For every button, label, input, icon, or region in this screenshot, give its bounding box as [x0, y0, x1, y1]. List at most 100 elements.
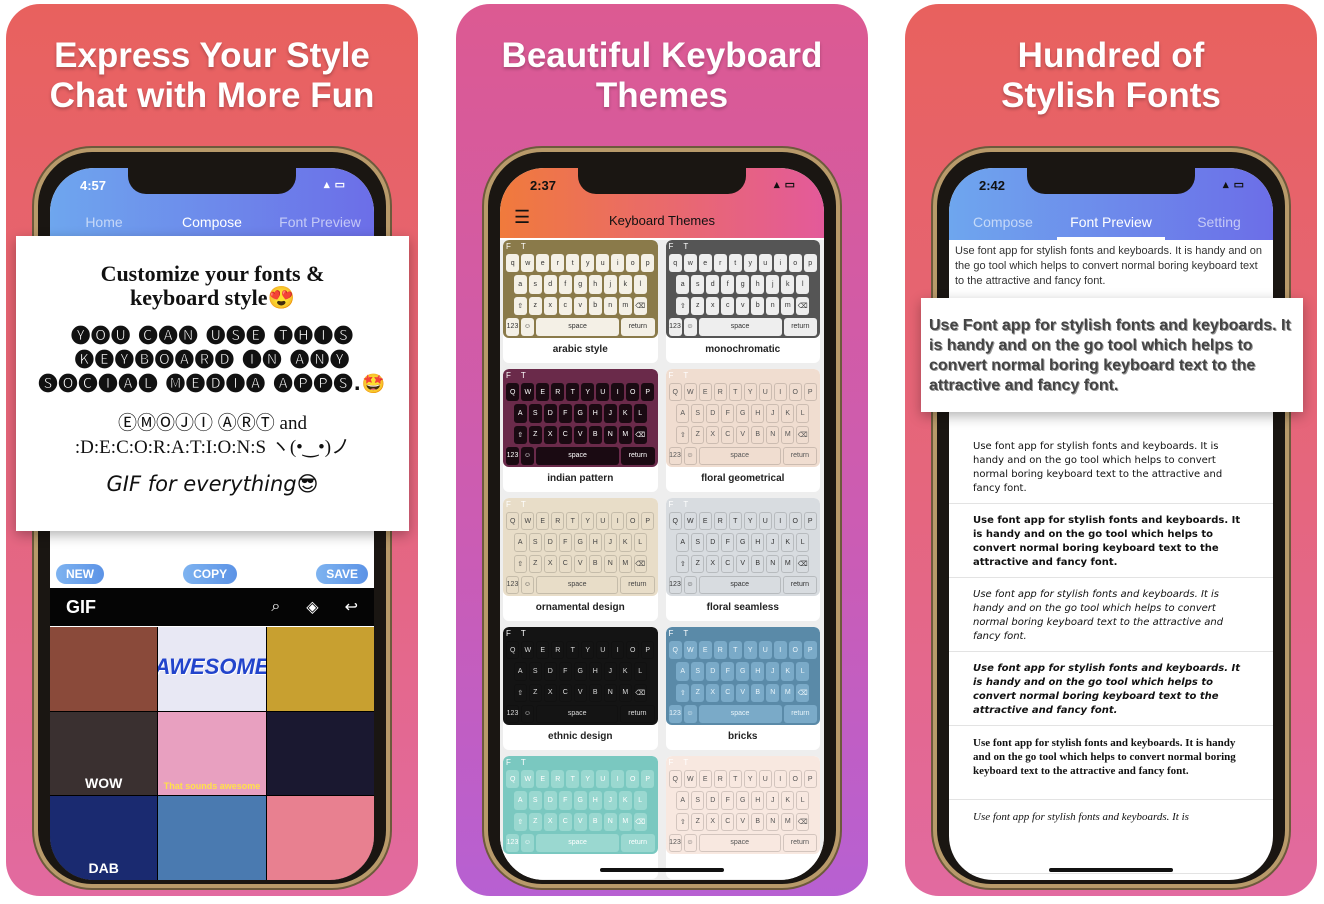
headline: Beautiful Keyboard Themes [501, 36, 823, 115]
key: Z [691, 554, 705, 573]
theme-tile[interactable]: F T Q W E R T Y U I O P A S D F G H J K L ⇧ Z X C V B N M ⌫ 123 ☺ space r… [665, 369, 820, 492]
theme-tile[interactable]: F T Q W E R T Y U I O P A S D F G H J K L ⇧ Z X C V B N M ⌫ 123 ☺ space r… [503, 627, 658, 750]
key: E [536, 770, 550, 789]
new-button[interactable]: NEW [56, 564, 104, 584]
theme-icon: T [683, 758, 689, 767]
key: Q [506, 770, 520, 789]
key: L [633, 791, 647, 810]
key: P [641, 641, 655, 660]
tab-compose[interactable]: Compose [949, 214, 1057, 240]
key: A [676, 404, 690, 423]
key: H [588, 404, 602, 423]
return-icon[interactable]: ↩ [345, 597, 358, 617]
gif-thumbnail[interactable]: That sounds awesome [158, 711, 266, 796]
emoji-key: ☺ [521, 317, 534, 336]
gif-thumbnail[interactable] [266, 627, 374, 711]
key: K [781, 791, 795, 810]
theme-tile[interactable]: F T Q W E R T Y U I O P A S D F G H J K L ⇧ Z X C V B N M ⌫ 123 ☺ space r… [503, 498, 658, 621]
key: T [728, 383, 742, 402]
theme-tile[interactable]: F T Q W E R T Y U I O P A S D F G H J K L ⇧ Z X C V B N M ⌫ 123 ☺ space r… [503, 369, 658, 492]
key: Z [528, 683, 542, 702]
headline: Hundred of Stylish Fonts [1001, 36, 1221, 115]
keyboard-toolbar: FT [669, 758, 818, 767]
return-key: return [782, 833, 817, 852]
font-sample-item[interactable]: Use font app for stylish fonts and keybo… [949, 578, 1273, 652]
key: C [721, 683, 735, 702]
key: S [691, 791, 705, 810]
gif-thumbnail[interactable]: DAB [50, 796, 158, 880]
key-row: 123 ☺ space return [668, 575, 817, 594]
font-sample-item[interactable]: Use font app for stylish fonts and keybo… [949, 430, 1273, 504]
key: O [788, 512, 802, 531]
key: j [766, 275, 780, 294]
key: U [758, 383, 772, 402]
key: K [781, 533, 795, 552]
key-row: ASDFGHJKL [669, 533, 818, 552]
key: I [773, 512, 787, 531]
key: F [558, 404, 572, 423]
key: T [566, 641, 580, 660]
search-icon[interactable]: ⌕ [271, 598, 280, 616]
key: h [751, 275, 765, 294]
font-sample-item[interactable]: Use font app for stylish fonts and keybo… [949, 726, 1273, 800]
font-sample-item[interactable]: Use font app for stylish fonts and keybo… [949, 800, 1273, 874]
font-sample-item[interactable]: Use font app for stylish fonts and keybo… [949, 504, 1273, 578]
key: Y [581, 770, 595, 789]
theme-tile[interactable]: F Tq w e r t y u i o p a s d f g h j k l ⇧ z x c v b n m ⌫ 123 ☺ space r… [503, 240, 658, 363]
key: H [751, 662, 765, 681]
key: U [596, 512, 610, 531]
font-sample-item[interactable]: Use font app for stylish fonts and keybo… [949, 652, 1273, 726]
gif-thumbnail[interactable] [158, 796, 266, 880]
theme-tile[interactable]: F T Q W E R T Y U I O P A S D F G H J K L ⇧ Z X C V B N M ⌫ 123 ☺ space r… [665, 756, 820, 879]
phone-frame: 2:37 ▴ ▭ ☰ Keyboard Themes FTqwertyuiopas… [484, 148, 840, 888]
key: X [543, 425, 557, 444]
gif-thumbnail[interactable] [50, 627, 158, 711]
menu-icon[interactable]: ☰ [514, 207, 554, 228]
key: Q [506, 383, 520, 402]
key: E [698, 383, 712, 402]
key: Y [581, 383, 595, 402]
key: S [528, 662, 542, 681]
key: U [596, 641, 610, 660]
gif-thumbnail[interactable]: AWESOME [158, 627, 266, 711]
key-row: 123 ☺ space return [506, 317, 655, 336]
decorations-line: :D:E:C:O:R:A:T:I:O:N:S ヽ(•‿•)ノ [74, 437, 351, 458]
key: D [706, 791, 720, 810]
key-row: 123 ☺ space return [668, 317, 817, 336]
key: ⇧ [513, 812, 527, 831]
key: K [781, 404, 795, 423]
key: S [691, 404, 705, 423]
key: R [551, 770, 565, 789]
key: f [721, 275, 735, 294]
key: ⇧ [676, 554, 690, 573]
key: O [626, 641, 640, 660]
key: X [706, 812, 720, 831]
theme-tile[interactable]: F T Q W E R T Y U I O P A S D F G H J K L ⇧ Z X C V B N M ⌫ 123 ☺ space r… [503, 756, 658, 879]
theme-tile[interactable]: F T Q W E R T Y U I O P A S D F G H J K L ⇧ Z X C V B N M ⌫ 123 ☺ space r… [665, 498, 820, 621]
key: I [773, 383, 787, 402]
key: i [611, 254, 625, 273]
theme-tile[interactable]: F T Q W E R T Y U I O P A S D F G H J K L ⇧ Z X C V B N M ⌫ 123 ☺ space r… [665, 627, 820, 750]
save-button[interactable]: SAVE [316, 564, 368, 584]
key: J [766, 791, 780, 810]
return-key: return [783, 704, 817, 723]
return-key: return [621, 833, 655, 852]
gif-thumbnail[interactable]: WOW [50, 711, 158, 796]
key: B [588, 683, 602, 702]
keyboard-preview: F T Q W E R T Y U I O P A S D F G H J K L ⇧ Z X C V B N M ⌫ 123 ☺ space r… [503, 627, 658, 725]
key: S [528, 533, 542, 552]
key: Y [743, 641, 757, 660]
copy-button[interactable]: COPY [183, 564, 238, 584]
tab-setting[interactable]: Setting [1165, 214, 1273, 240]
key: J [603, 662, 617, 681]
key: T [566, 512, 580, 531]
gif-thumbnail[interactable] [266, 711, 374, 796]
key: C [721, 425, 735, 444]
num-key: 123 [506, 704, 519, 723]
tab-font-preview[interactable]: Font Preview [1057, 214, 1165, 240]
key: H [751, 791, 765, 810]
key-row: ASDFGHJKL [669, 404, 818, 423]
tag-icon[interactable]: ◈ [306, 597, 318, 617]
gif-thumbnail[interactable] [266, 796, 374, 880]
theme-tile[interactable]: F Tq w e r t y u i o p a s d f g h j k l ⇧ z x c v b n m ⌫ 123 ☺ space r… [665, 240, 820, 363]
